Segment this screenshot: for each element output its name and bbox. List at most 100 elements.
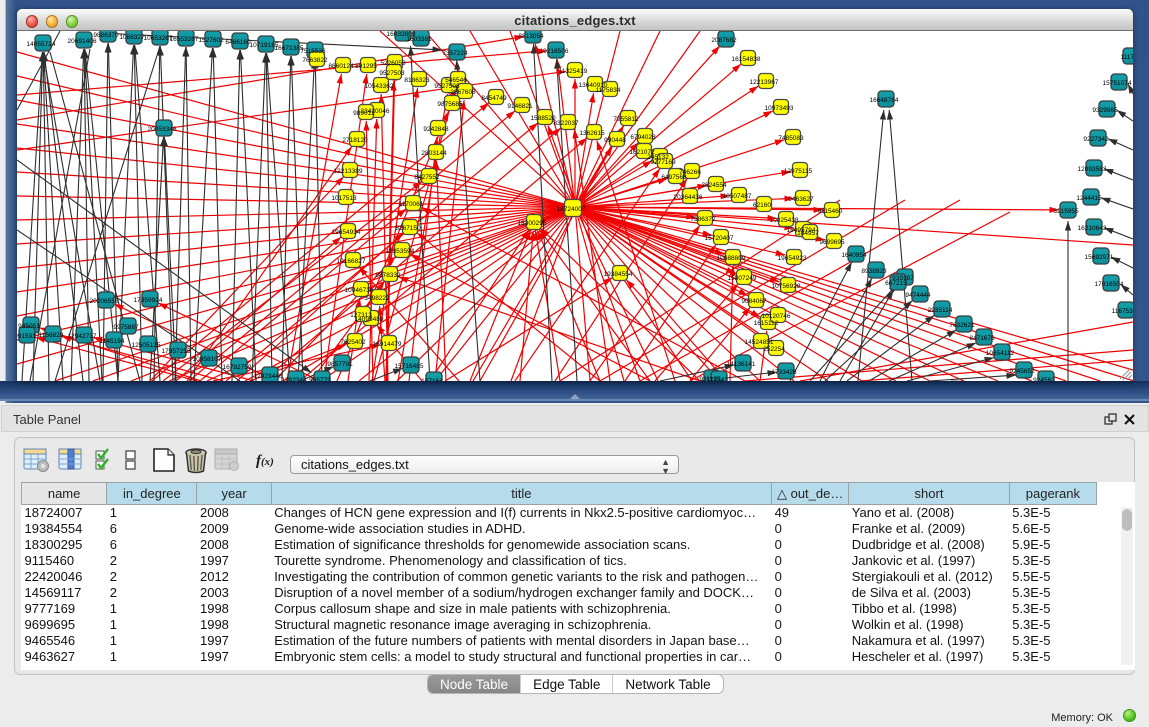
svg-text:12093583: 12093583 <box>1078 166 1107 173</box>
svg-text:8813054: 8813054 <box>518 33 544 40</box>
svg-text:10973493: 10973493 <box>765 105 794 112</box>
svg-text:10120746: 10120746 <box>762 313 791 320</box>
svg-text:8267150: 8267150 <box>395 225 421 232</box>
svg-text:11353594: 11353594 <box>386 248 415 255</box>
svg-text:990448: 990448 <box>604 137 626 144</box>
svg-text:3215955: 3215955 <box>1053 208 1079 215</box>
svg-text:7386372: 7386372 <box>690 216 716 223</box>
svg-text:9875685: 9875685 <box>437 101 463 108</box>
svg-text:8454749: 8454749 <box>481 95 507 102</box>
svg-text:9146821: 9146821 <box>507 103 533 110</box>
svg-text:6794028: 6794028 <box>630 134 656 141</box>
svg-text:18300295: 18300295 <box>518 220 547 227</box>
svg-text:546546: 546546 <box>445 77 467 84</box>
svg-text:7485083: 7485083 <box>778 135 804 142</box>
svg-text:11325419: 11325419 <box>559 68 588 75</box>
svg-text:10756928: 10756928 <box>772 283 801 290</box>
svg-text:8322037: 8322037 <box>553 120 579 127</box>
svg-text:9857791: 9857791 <box>327 361 353 368</box>
svg-text:17957255: 17957255 <box>162 348 191 355</box>
svg-text:12505135: 12505135 <box>132 342 161 349</box>
svg-text:7357224: 7357224 <box>442 50 468 57</box>
svg-text:14055724: 14055724 <box>27 41 56 48</box>
svg-text:989012: 989012 <box>353 110 375 117</box>
svg-text:18724007: 18724007 <box>557 206 586 213</box>
svg-text:62160: 62160 <box>753 202 771 209</box>
svg-text:173342: 173342 <box>706 377 728 381</box>
svg-text:7625402: 7625402 <box>340 339 366 346</box>
svg-text:9777169: 9777169 <box>650 159 676 166</box>
svg-text:1640954: 1640954 <box>841 252 867 259</box>
svg-text:15720407: 15720407 <box>705 235 734 242</box>
svg-text:20364436: 20364436 <box>674 194 703 201</box>
svg-text:9227342: 9227342 <box>1083 136 1109 143</box>
svg-text:14136141: 14136141 <box>727 361 756 368</box>
svg-text:19654923: 19654923 <box>778 255 807 262</box>
svg-text:17359924: 17359924 <box>134 297 163 304</box>
svg-text:1733426: 1733426 <box>771 369 797 376</box>
svg-text:7632621: 7632621 <box>949 322 975 329</box>
svg-text:20691406: 20691406 <box>68 38 97 45</box>
svg-text:9084067: 9084067 <box>741 298 767 305</box>
svg-text:15692971: 15692971 <box>1085 254 1114 261</box>
svg-text:1156829: 1156829 <box>39 332 64 339</box>
svg-text:16648784: 16648784 <box>870 97 899 104</box>
svg-text:12942737: 12942737 <box>68 333 97 340</box>
svg-text:20053346: 20053346 <box>148 126 177 133</box>
svg-text:985779: 985779 <box>309 377 331 381</box>
svg-text:14524851: 14524851 <box>745 339 774 346</box>
svg-text:667215: 667215 <box>885 280 907 287</box>
svg-text:15751074: 15751074 <box>1103 80 1132 87</box>
svg-text:9527503: 9527503 <box>379 70 405 77</box>
svg-text:10688809: 10688809 <box>717 255 746 262</box>
svg-text:9115460: 9115460 <box>818 208 843 215</box>
svg-text:17016504: 17016504 <box>1095 281 1124 288</box>
svg-text:9242848: 9242848 <box>423 126 449 133</box>
svg-text:2087682: 2087682 <box>711 37 737 44</box>
svg-text:7955812: 7955812 <box>613 116 639 123</box>
svg-text:19384554: 19384554 <box>604 271 633 278</box>
svg-text:16553267: 16553267 <box>170 36 199 43</box>
svg-text:8938923: 8938923 <box>861 268 887 275</box>
svg-text:10958107: 10958107 <box>193 356 222 363</box>
svg-text:19218506: 19218506 <box>540 48 569 55</box>
svg-text:985051: 985051 <box>18 323 40 330</box>
svg-text:1603381: 1603381 <box>406 36 432 43</box>
svg-text:10653267: 10653267 <box>144 35 173 42</box>
svg-text:9329965: 9329965 <box>1092 107 1118 114</box>
svg-text:2935114: 2935114 <box>928 307 953 314</box>
svg-text:10543362: 10543362 <box>365 83 394 90</box>
svg-text:12975115: 12975115 <box>784 168 813 175</box>
svg-text:2718120: 2718120 <box>342 137 368 144</box>
svg-text:15716485: 15716485 <box>395 363 424 370</box>
svg-text:19166827: 19166827 <box>337 258 366 265</box>
svg-text:16154838: 16154838 <box>732 56 761 63</box>
svg-text:12923448: 12923448 <box>254 373 283 380</box>
svg-text:991591: 991591 <box>17 333 36 340</box>
svg-text:1527602: 1527602 <box>198 37 224 44</box>
svg-text:(x): (x) <box>261 456 274 468</box>
svg-text:2867608: 2867608 <box>450 89 476 96</box>
svg-text:10507487: 10507487 <box>723 193 752 200</box>
svg-text:1292344: 1292344 <box>281 377 307 381</box>
svg-text:157164: 157164 <box>421 378 443 381</box>
svg-text:1175834: 1175834 <box>596 87 621 94</box>
svg-text:8471676: 8471676 <box>969 335 995 342</box>
svg-text:1244415: 1244415 <box>1076 195 1102 202</box>
svg-text:3624554: 3624554 <box>701 182 727 189</box>
svg-text:1145194: 1145194 <box>100 338 125 345</box>
svg-text:10025438: 10025438 <box>770 217 799 224</box>
svg-text:16782759: 16782759 <box>223 364 252 371</box>
svg-text:6466160: 6466160 <box>225 39 251 46</box>
svg-text:8427552: 8427552 <box>414 174 440 181</box>
svg-text:9886370: 9886370 <box>93 32 119 39</box>
svg-text:127313: 127313 <box>350 312 372 319</box>
svg-text:9474444: 9474444 <box>905 292 931 299</box>
svg-text:5226058: 5226058 <box>380 60 406 67</box>
svg-text:1167534: 1167534 <box>1112 308 1133 315</box>
svg-text:12213967: 12213967 <box>750 79 779 86</box>
svg-text:10046736: 10046736 <box>345 287 374 294</box>
svg-text:19654934: 19654934 <box>332 229 361 236</box>
svg-text:9975887: 9975887 <box>113 324 139 331</box>
svg-text:1615112: 1615112 <box>754 320 779 327</box>
